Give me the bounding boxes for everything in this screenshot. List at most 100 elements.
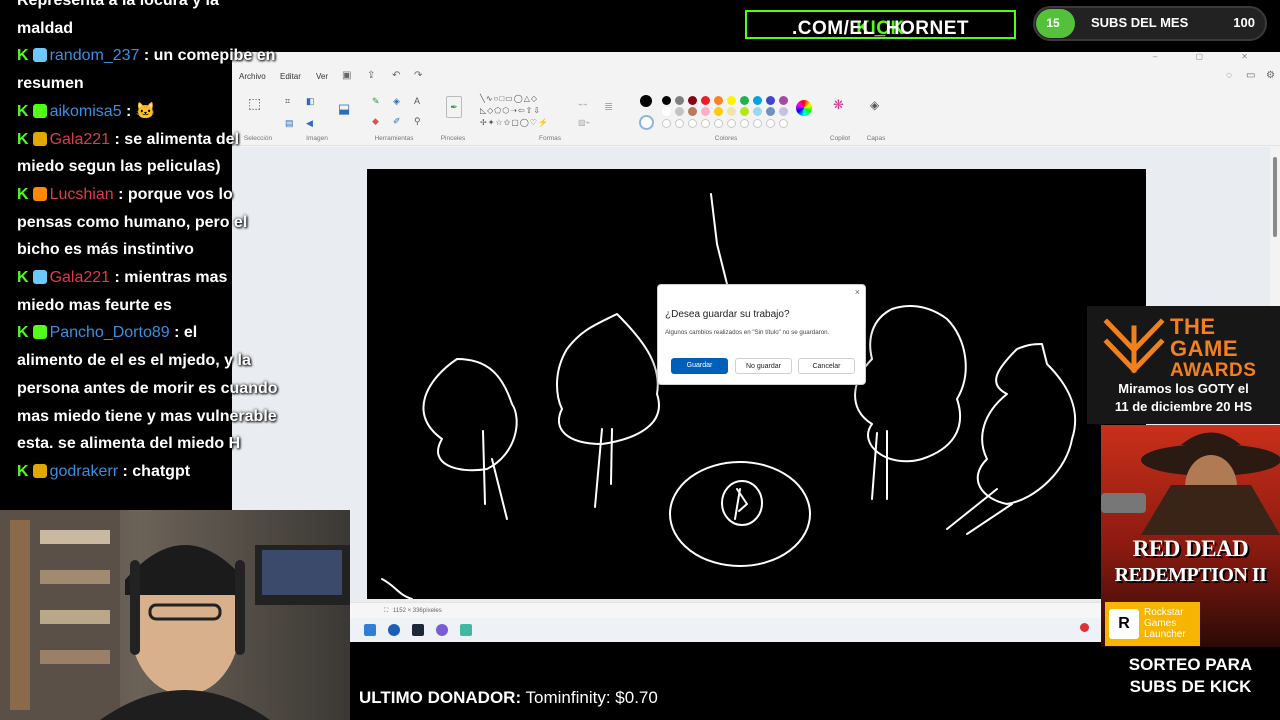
- subs-goal-bar: 15 SUBS DEL MES 100: [1033, 6, 1267, 41]
- user-badge-icon: [32, 325, 47, 340]
- palette-swatch[interactable]: [753, 107, 762, 116]
- edge-icon[interactable]: [388, 624, 400, 636]
- fill-icon[interactable]: ◈: [393, 96, 400, 106]
- chat-username[interactable]: Lucshian: [50, 186, 114, 203]
- eraser-icon[interactable]: ◆: [372, 116, 379, 126]
- palette-swatch[interactable]: [779, 119, 788, 128]
- brush-icon[interactable]: ✒: [446, 96, 462, 118]
- palette-swatch[interactable]: [740, 96, 749, 105]
- chat-username[interactable]: aikomisa5: [50, 103, 122, 120]
- chat-username[interactable]: Gala221: [50, 131, 111, 148]
- color1-swatch[interactable]: [640, 95, 652, 107]
- user-badge-icon: [32, 463, 47, 478]
- palette-swatch[interactable]: [766, 107, 775, 116]
- chat-username[interactable]: Gala221: [50, 269, 111, 286]
- shape-size-icon[interactable]: ≣: [604, 102, 613, 113]
- shapes-row1-icon[interactable]: ╲∿○□▭◯△◇: [480, 94, 538, 104]
- palette-swatch[interactable]: [766, 96, 775, 105]
- outline-icon[interactable]: ⌁⌁: [578, 100, 588, 110]
- rockstar-text-2: Games: [1144, 618, 1177, 629]
- chat-overlay: Representa a la locura y la maldad Krandom…: [0, 0, 330, 510]
- text-icon[interactable]: A: [414, 96, 420, 106]
- palette-swatch[interactable]: [740, 107, 749, 116]
- donor-label: ULTIMO DONADOR:: [359, 688, 522, 707]
- kick-badge-icon: K: [17, 269, 29, 286]
- palette-swatch[interactable]: [727, 96, 736, 105]
- palette-swatch[interactable]: [766, 119, 775, 128]
- chat-text: : se alimenta del: [114, 130, 240, 148]
- save-button[interactable]: Guardar: [671, 358, 728, 374]
- chat-message-continuation: pensas como humano, pero el: [17, 212, 247, 234]
- shapes-row2-icon[interactable]: ◺◇⬠⬡➝⇦⇧⇩: [480, 106, 541, 116]
- comment-icon[interactable]: ▭: [1246, 70, 1255, 81]
- steam-icon[interactable]: [412, 624, 424, 636]
- palette-swatch[interactable]: [675, 96, 684, 105]
- palette-swatch[interactable]: [662, 107, 671, 116]
- chat-text: miedo segun las peliculas): [17, 158, 221, 176]
- user-icon[interactable]: ◌: [1226, 70, 1232, 81]
- cancel-button[interactable]: Cancelar: [798, 358, 855, 374]
- store-icon[interactable]: [364, 624, 376, 636]
- palette-swatch[interactable]: [740, 119, 749, 128]
- palette-swatch[interactable]: [675, 107, 684, 116]
- chat-username[interactable]: godrakerr: [50, 463, 118, 480]
- kick-badge-icon: K: [17, 102, 29, 120]
- zoom-icon[interactable]: ⚲: [414, 116, 421, 126]
- user-badge-icon: [32, 186, 47, 201]
- chat-text: : un comepibe en: [143, 47, 276, 65]
- color2-swatch[interactable]: [639, 115, 654, 130]
- chat-message-continuation: miedo mas feurte es: [17, 295, 172, 317]
- palette-swatch[interactable]: [662, 96, 671, 105]
- shapes-row3-icon[interactable]: ✢✦☆✩▢◯♡⚡: [480, 118, 549, 128]
- edit-colors-icon[interactable]: [796, 100, 812, 116]
- paint-icon[interactable]: [460, 624, 472, 636]
- rdr2-title-1: RED DEAD: [1132, 536, 1249, 561]
- notification-icon[interactable]: [1080, 623, 1089, 632]
- rockstar-logo: R: [1109, 609, 1139, 639]
- subs-label: SUBS DEL MES: [1091, 15, 1189, 30]
- palette-swatch[interactable]: [753, 96, 762, 105]
- palette-swatch[interactable]: [779, 96, 788, 105]
- kick-badge-icon: K: [17, 185, 29, 203]
- window-controls[interactable]: – ▢ ✕: [1153, 52, 1266, 61]
- chat-message-continuation: alimento de el es el mjedo, y la: [17, 350, 251, 372]
- layers-icon[interactable]: ◈: [870, 99, 879, 111]
- chat-username[interactable]: Pancho_Dorto89: [50, 324, 170, 341]
- settings-icon[interactable]: ⚙: [1266, 70, 1275, 81]
- group-copilot: ❋ Copilot: [824, 94, 856, 144]
- fill-shape-icon[interactable]: ▨⌁: [578, 118, 590, 128]
- sorteo-text: SORTEO PARA SUBS DE KICK: [1101, 654, 1280, 698]
- pencil-icon[interactable]: ✎: [372, 96, 380, 106]
- chat-message-continuation: mas miedo tiene y mas vulnerable: [17, 406, 277, 428]
- discord-icon[interactable]: [436, 624, 448, 636]
- chat-text: bicho es más instintivo: [17, 241, 194, 259]
- redo-icon[interactable]: ↷: [414, 70, 422, 81]
- image-select-icon[interactable]: ⬓: [338, 102, 350, 115]
- undo-icon[interactable]: ↶: [392, 70, 400, 81]
- dont-save-button[interactable]: No guardar: [735, 358, 792, 374]
- group-formas: ╲∿○□▭◯△◇ ◺◇⬠⬡➝⇦⇧⇩ ✢✦☆✩▢◯♡⚡ ⌁⌁ ▨⌁ ≣ Forma…: [480, 94, 620, 144]
- palette-swatch[interactable]: [779, 107, 788, 116]
- palette-swatch[interactable]: [688, 119, 697, 128]
- close-icon[interactable]: ×: [855, 287, 860, 297]
- share-icon[interactable]: ⇪: [367, 70, 375, 81]
- palette-swatch[interactable]: [727, 119, 736, 128]
- palette-swatch[interactable]: [714, 119, 723, 128]
- palette-swatch[interactable]: [675, 119, 684, 128]
- palette-swatch[interactable]: [753, 119, 762, 128]
- chat-username[interactable]: random_237: [50, 47, 140, 64]
- picker-icon[interactable]: ✐: [393, 116, 401, 126]
- copilot-icon[interactable]: ❋: [833, 98, 844, 111]
- user-badge-icon: [32, 131, 47, 146]
- chat-text: alimento de el es el mjedo, y la: [17, 352, 251, 370]
- palette-swatch[interactable]: [714, 96, 723, 105]
- save-icon[interactable]: ▣: [342, 70, 351, 81]
- palette-swatch[interactable]: [688, 96, 697, 105]
- palette-swatch[interactable]: [701, 107, 710, 116]
- palette-swatch[interactable]: [701, 96, 710, 105]
- palette-swatch[interactable]: [714, 107, 723, 116]
- palette-swatch[interactable]: [727, 107, 736, 116]
- palette-swatch[interactable]: [662, 119, 671, 128]
- palette-swatch[interactable]: [688, 107, 697, 116]
- palette-swatch[interactable]: [701, 119, 710, 128]
